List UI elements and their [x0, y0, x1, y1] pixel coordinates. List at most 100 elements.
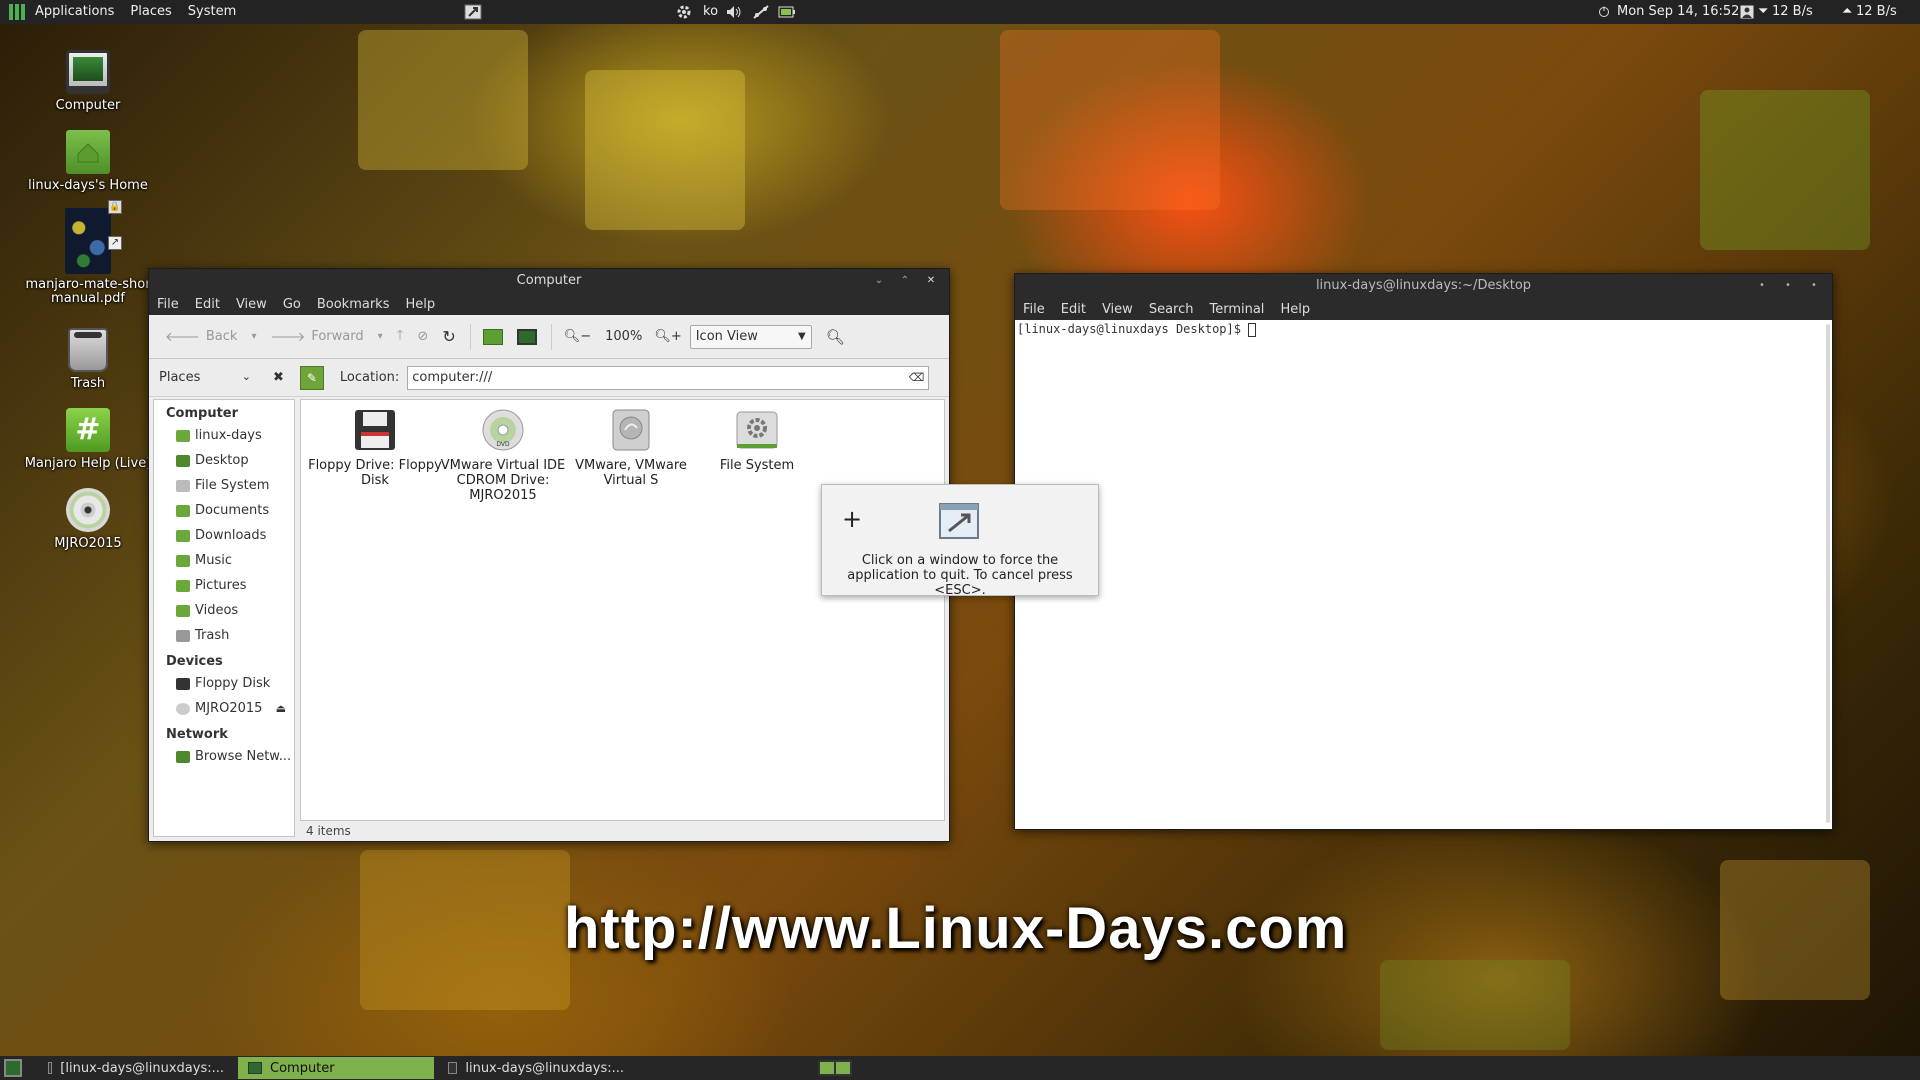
pdf-thumbnail-icon	[65, 208, 111, 274]
desktop-icon-home[interactable]: linux-days's Home	[22, 130, 154, 193]
applications-menu[interactable]: Applications	[27, 0, 122, 24]
show-desktop-icon[interactable]	[4, 1059, 22, 1077]
terminal-scrollbar[interactable]	[1826, 324, 1830, 823]
wallpaper-bokeh	[1720, 860, 1870, 1000]
menu-file[interactable]: File	[1015, 302, 1053, 317]
close-icon[interactable]: ✕	[925, 275, 937, 287]
toolbar-separator	[550, 323, 552, 350]
file-item-floppy[interactable]: Floppy Drive: Floppy Disk	[301, 408, 449, 488]
crosshair-cursor-icon: +	[842, 505, 863, 533]
sidebar-item-file-system[interactable]: File System	[154, 473, 294, 498]
sidebar-item-linux-days[interactable]: linux-days	[154, 423, 294, 448]
menu-terminal[interactable]: Terminal	[1201, 302, 1272, 317]
force-quit-launcher-icon[interactable]	[464, 0, 482, 24]
status-bar: 4 items	[306, 824, 351, 838]
sidebar-item-desktop[interactable]: Desktop	[154, 448, 294, 473]
clock[interactable]: Mon Sep 14, 16:52	[1617, 0, 1739, 24]
minimize-icon[interactable]: •	[1756, 280, 1768, 292]
sidebar-item-browse-network[interactable]: Browse Netw...	[154, 744, 294, 769]
workspace-switcher[interactable]	[818, 1060, 852, 1076]
keyboard-layout-indicator[interactable]: ko	[703, 0, 718, 24]
edit-location-toggle-icon[interactable]: ✎	[299, 365, 324, 390]
menu-go[interactable]: Go	[275, 297, 309, 312]
search-button[interactable]: 🔍︎	[820, 322, 851, 352]
file-icon-view[interactable]: Floppy Drive: Floppy Disk DVD VMware Vir…	[300, 399, 945, 821]
zoom-in-button[interactable]: 🔍︎+	[648, 322, 687, 352]
sidebar-item-documents[interactable]: Documents	[154, 498, 294, 523]
sidebar-item-videos[interactable]: Videos	[154, 598, 294, 623]
location-input[interactable]: computer:/// ⌫	[407, 365, 930, 390]
terminal-titlebar[interactable]: linux-days@linuxdays:~/Desktop • • •	[1015, 274, 1832, 298]
eject-icon[interactable]: ⏏	[276, 702, 286, 715]
menu-file[interactable]: File	[149, 297, 187, 312]
clear-text-icon[interactable]: ⌫	[909, 371, 925, 384]
trash-icon	[176, 629, 190, 642]
zoom-out-button[interactable]: 🔍︎−	[558, 322, 597, 352]
sidebar-item-floppy[interactable]: Floppy Disk	[154, 671, 294, 696]
computer-icon	[516, 328, 537, 345]
file-manager-titlebar[interactable]: Computer ⌄ ⌃ ✕	[149, 269, 949, 293]
volume-icon[interactable]	[725, 0, 743, 24]
taskbar-item-computer[interactable]: Computer	[238, 1057, 434, 1079]
shutdown-icon[interactable]	[1598, 0, 1610, 24]
sidebar-item-music[interactable]: Music	[154, 548, 294, 573]
forward-label: Forward	[311, 329, 364, 344]
close-icon[interactable]: •	[1808, 280, 1820, 292]
taskbar-item-terminal-1[interactable]: [linux-days@linuxdays:...	[38, 1057, 234, 1079]
terminal-output[interactable]: [linux-days@linuxdays Desktop]$	[1015, 320, 1832, 829]
desktop-icon-label: Trash	[70, 376, 106, 391]
menu-view[interactable]: View	[228, 297, 275, 312]
zoom-level[interactable]: 100%	[605, 329, 642, 344]
sidebar-item-mjro2015[interactable]: MJRO2015 ⏏	[154, 696, 294, 721]
maximize-icon[interactable]: •	[1782, 280, 1794, 292]
desktop-icon-pdf[interactable]: 🔒 ↗ manjaro-mate-shor manual.pdf	[22, 200, 154, 306]
back-button[interactable]: 🡐 Back ▾	[159, 322, 262, 352]
view-mode-select[interactable]: Icon View ▼	[689, 324, 812, 349]
menu-edit[interactable]: Edit	[1053, 302, 1094, 317]
sidebar-item-label: Floppy Disk	[195, 676, 271, 691]
battery-icon[interactable]	[778, 0, 796, 24]
system-menu[interactable]: System	[180, 0, 244, 24]
workspace-2[interactable]	[836, 1062, 850, 1074]
taskbar-item-terminal-2[interactable]: linux-days@linuxdays:...	[438, 1057, 634, 1079]
menu-search[interactable]: Search	[1141, 302, 1202, 317]
menu-help[interactable]: Help	[397, 297, 443, 312]
sidebar-item-pictures[interactable]: Pictures	[154, 573, 294, 598]
places-menu[interactable]: Places	[122, 0, 179, 24]
terminal-window[interactable]: linux-days@linuxdays:~/Desktop • • • Fil…	[1014, 273, 1833, 830]
file-item-label: VMware Virtual IDE CDROM Drive: MJRO2015	[440, 458, 566, 503]
stop-button[interactable]: ⊘	[411, 322, 434, 352]
maximize-icon[interactable]: ⌃	[899, 275, 911, 287]
up-button[interactable]: 🡑	[391, 322, 410, 352]
file-item-cdrom[interactable]: DVD VMware Virtual IDE CDROM Drive: MJRO…	[429, 408, 577, 503]
desktop-icon-dvd[interactable]: MJRO2015	[22, 488, 154, 551]
menu-edit[interactable]: Edit	[187, 297, 228, 312]
gear-icon[interactable]	[676, 0, 692, 24]
minimize-icon[interactable]: ⌄	[873, 275, 885, 287]
desktop-icon-manjaro-help[interactable]: # Manjaro Help (Live)	[22, 408, 154, 471]
close-sidebar-icon[interactable]: ✖	[273, 370, 284, 385]
menu-bookmarks[interactable]: Bookmarks	[309, 297, 398, 312]
wallpaper-bokeh	[1700, 90, 1870, 250]
drive-icon	[176, 479, 190, 492]
user-icon[interactable]	[1740, 0, 1754, 24]
reload-button[interactable]: ↻	[436, 322, 461, 352]
computer-button[interactable]	[511, 322, 543, 352]
forward-button[interactable]: 🡒 Forward ▾	[264, 322, 388, 352]
file-item-file-system[interactable]: File System	[683, 408, 831, 473]
desktop-icon-trash[interactable]: Trash	[22, 328, 154, 391]
desktop-icon-computer[interactable]: Computer	[22, 50, 154, 113]
taskbar-item-label: linux-days@linuxdays:...	[465, 1060, 624, 1076]
home-button[interactable]	[477, 322, 509, 352]
hard-disk-icon	[612, 409, 650, 451]
manjaro-logo-icon[interactable]	[9, 4, 25, 20]
workspace-1[interactable]	[820, 1062, 834, 1074]
chevron-down-icon: ⌄	[241, 370, 251, 383]
sidebar-item-trash[interactable]: Trash	[154, 623, 294, 648]
menu-view[interactable]: View	[1094, 302, 1141, 317]
sidebar-selector[interactable]: Places ⌄	[155, 370, 255, 385]
window-title: linux-days@linuxdays:~/Desktop	[1315, 278, 1532, 293]
sidebar-item-downloads[interactable]: Downloads	[154, 523, 294, 548]
network-icon[interactable]	[752, 0, 770, 24]
menu-help[interactable]: Help	[1272, 302, 1318, 317]
